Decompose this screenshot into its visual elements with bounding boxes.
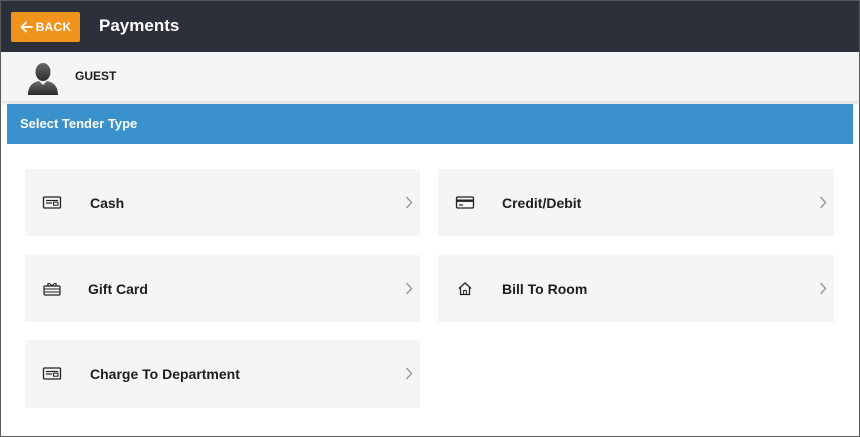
- tender-bill-to-room[interactable]: Bill To Room: [438, 255, 834, 322]
- gift-card-icon: [43, 282, 61, 296]
- guest-row: GUEST: [1, 52, 859, 102]
- payments-window: BACK Payments GUEST Select Tender Type C…: [0, 0, 860, 437]
- chevron-right-icon: [405, 196, 413, 209]
- page-title: Payments: [99, 16, 180, 35]
- person-silhouette-icon: [28, 63, 58, 95]
- tender-cash[interactable]: Cash: [25, 169, 420, 236]
- home-icon: [458, 282, 472, 296]
- top-bar: BACK Payments: [1, 1, 859, 52]
- tender-credit-debit[interactable]: Credit/Debit: [438, 169, 834, 236]
- guest-name: GUEST: [75, 69, 117, 83]
- back-button[interactable]: BACK: [11, 12, 80, 42]
- section-header: Select Tender Type: [7, 104, 853, 144]
- department-card-icon: [42, 367, 62, 380]
- tender-label: Charge To Department: [90, 366, 240, 382]
- tender-label: Cash: [90, 195, 125, 211]
- tender-label: Gift Card: [88, 281, 148, 297]
- credit-card-icon: [455, 196, 475, 209]
- tender-label: Credit/Debit: [502, 195, 582, 211]
- chevron-right-icon: [405, 282, 413, 295]
- tender-label: Bill To Room: [502, 281, 588, 297]
- cash-card-icon: [42, 196, 62, 209]
- chevron-right-icon: [819, 282, 827, 295]
- chevron-right-icon: [819, 196, 827, 209]
- tender-charge-to-department[interactable]: Charge To Department: [25, 340, 420, 408]
- arrow-left-icon: [20, 21, 33, 33]
- chevron-right-icon: [405, 367, 413, 380]
- back-button-label: BACK: [35, 20, 72, 34]
- tender-gift-card[interactable]: Gift Card: [25, 255, 420, 322]
